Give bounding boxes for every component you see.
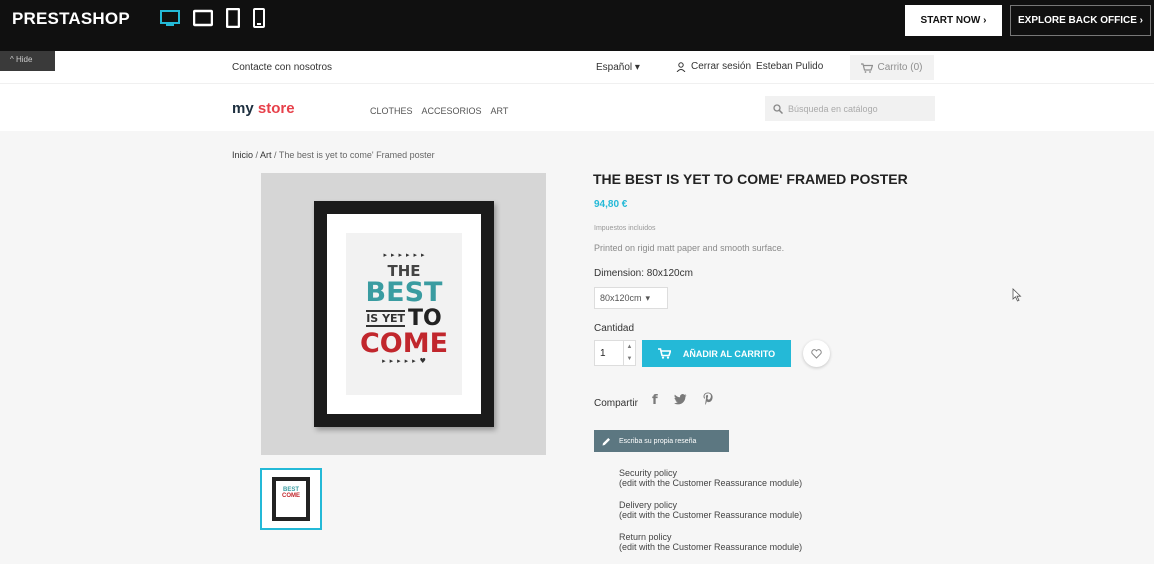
poster-best: BEST bbox=[365, 277, 443, 308]
share-icons: f bbox=[652, 392, 713, 408]
reassurance-sub: (edit with the Customer Reassurance modu… bbox=[619, 478, 803, 488]
reassurance-title: Delivery policy bbox=[619, 500, 678, 510]
user-info: Cerrar sesión Esteban Pulido bbox=[676, 61, 823, 72]
poster-arrows: ▸▸▸▸▸▸ bbox=[383, 251, 429, 259]
breadcrumb-sep: / bbox=[271, 150, 279, 160]
user-icon bbox=[676, 61, 686, 72]
quantity-label: Cantidad bbox=[594, 323, 635, 334]
search-placeholder: Búsqueda en catálogo bbox=[788, 103, 878, 114]
logo-store: store bbox=[253, 100, 295, 117]
store-logo[interactable]: my store bbox=[232, 100, 295, 117]
logo-my: my bbox=[232, 100, 254, 117]
explore-back-office-button[interactable]: EXPLORE BACK OFFICE › bbox=[1010, 5, 1151, 36]
cart-icon bbox=[657, 348, 671, 359]
thumbnail-come: COME bbox=[282, 493, 300, 499]
breadcrumb-current: The best is yet to come' Framed poster bbox=[278, 150, 435, 160]
poster-frame: ▸▸▸▸▸▸ THE BEST IS YET TO COME ▸▸▸▸▸♥ bbox=[314, 201, 494, 427]
product-cover-image[interactable]: ▸▸▸▸▸▸ THE BEST IS YET TO COME ▸▸▸▸▸♥ bbox=[261, 173, 546, 455]
pinterest-icon[interactable] bbox=[703, 392, 713, 408]
quantity-spin[interactable]: ▲ ▼ bbox=[623, 341, 635, 365]
quantity-value: 1 bbox=[600, 347, 606, 359]
logout-link[interactable]: Cerrar sesión bbox=[691, 61, 751, 72]
heart-icon bbox=[811, 348, 822, 359]
menu-item-accesorios[interactable]: ACCESORIOS bbox=[422, 106, 482, 116]
poster-mat: ▸▸▸▸▸▸ THE BEST IS YET TO COME ▸▸▸▸▸♥ bbox=[327, 214, 481, 414]
reassurance-title: Return policy bbox=[619, 532, 672, 542]
product-title: THE BEST IS YET TO COME' FRAMED POSTER bbox=[593, 171, 908, 187]
product-thumbnail[interactable]: BEST COME bbox=[260, 468, 322, 530]
breadcrumb: Inicio / Art / The best is yet to come' … bbox=[232, 150, 435, 160]
product-price: 94,80 € bbox=[594, 199, 628, 210]
menu-item-art[interactable]: ART bbox=[491, 106, 509, 116]
chevron-down-icon: ▾ bbox=[645, 292, 651, 303]
product-description: Printed on rigid matt paper and smooth s… bbox=[594, 243, 785, 253]
tablet-landscape-icon[interactable] bbox=[192, 9, 214, 32]
breadcrumb-art[interactable]: Art bbox=[260, 150, 272, 160]
language-selector[interactable]: Español ▾ bbox=[596, 62, 640, 73]
quantity-stepper[interactable]: 1 ▲ ▼ bbox=[594, 340, 636, 366]
mobile-icon[interactable] bbox=[253, 8, 265, 33]
reassurance-sub: (edit with the Customer Reassurance modu… bbox=[619, 510, 803, 520]
desktop-icon[interactable] bbox=[160, 9, 180, 32]
chevron-down-icon[interactable]: ▼ bbox=[624, 353, 635, 365]
pencil-icon bbox=[602, 437, 610, 445]
site-header: Contacte con nosotros Español ▾ Cerrar s… bbox=[0, 51, 1154, 131]
header-nav-top: Contacte con nosotros Español ▾ Cerrar s… bbox=[0, 51, 1154, 84]
cart-label: Carrito (0) bbox=[877, 62, 923, 73]
main-menu: CLOTHES ACCESORIOS ART bbox=[370, 106, 508, 116]
cart-icon bbox=[861, 62, 874, 73]
contact-link[interactable]: Contacte con nosotros bbox=[232, 62, 332, 73]
dimension-label: Dimension: 80x120cm bbox=[594, 268, 693, 279]
add-to-cart-button[interactable]: AÑADIR AL CARRITO bbox=[642, 340, 791, 367]
reassurance-delivery: Delivery policy (edit with the Customer … bbox=[619, 500, 802, 520]
dimension-value: 80x120cm bbox=[600, 293, 642, 303]
reassurance-block: Security policy (edit with the Customer … bbox=[619, 468, 802, 564]
reassurance-return: Return policy (edit with the Customer Re… bbox=[619, 532, 802, 552]
device-switcher bbox=[160, 7, 265, 33]
tablet-portrait-icon[interactable] bbox=[225, 7, 241, 33]
facebook-icon[interactable]: f bbox=[652, 393, 658, 408]
hide-toolbar-button[interactable]: ^ Hide bbox=[0, 51, 55, 71]
prestashop-logo[interactable]: PRESTASHOP bbox=[12, 9, 130, 29]
poster-artwork: ▸▸▸▸▸▸ THE BEST IS YET TO COME ▸▸▸▸▸♥ bbox=[346, 233, 462, 395]
account-link[interactable]: Esteban Pulido bbox=[756, 61, 823, 72]
breadcrumb-home[interactable]: Inicio bbox=[232, 150, 253, 160]
poster-is-yet: IS YET bbox=[366, 310, 406, 327]
chevron-up-icon[interactable]: ▲ bbox=[624, 341, 635, 353]
mouse-cursor-icon bbox=[1012, 288, 1022, 307]
reassurance-sub: (edit with the Customer Reassurance modu… bbox=[619, 542, 803, 552]
poster-come: COME bbox=[359, 328, 449, 359]
search-icon bbox=[773, 103, 783, 114]
start-now-button[interactable]: START NOW › bbox=[905, 5, 1002, 36]
cart-button[interactable]: Carrito (0) bbox=[850, 55, 934, 80]
search-input[interactable]: Búsqueda en catálogo bbox=[765, 96, 935, 121]
write-review-button[interactable]: Escriba su propia reseña bbox=[594, 430, 729, 452]
add-to-cart-label: AÑADIR AL CARRITO bbox=[682, 348, 776, 359]
wishlist-button[interactable] bbox=[803, 340, 830, 367]
thumbnail-poster: BEST COME bbox=[276, 481, 306, 517]
breadcrumb-sep: / bbox=[253, 150, 261, 160]
thumbnail-frame: BEST COME bbox=[272, 477, 310, 521]
demo-bar: PRESTASHOP START NOW › EXPLORE BACK OFFI… bbox=[0, 0, 1154, 51]
tax-label: Impuestos incluidos bbox=[594, 225, 656, 232]
write-review-label: Escriba su propia reseña bbox=[619, 437, 697, 445]
reassurance-security: Security policy (edit with the Customer … bbox=[619, 468, 802, 488]
dimension-select[interactable]: 80x120cm ▾ bbox=[594, 287, 668, 309]
reassurance-title: Security policy bbox=[619, 468, 678, 478]
twitter-icon[interactable] bbox=[673, 393, 687, 408]
menu-item-clothes[interactable]: CLOTHES bbox=[370, 106, 413, 116]
share-label: Compartir bbox=[594, 398, 638, 409]
